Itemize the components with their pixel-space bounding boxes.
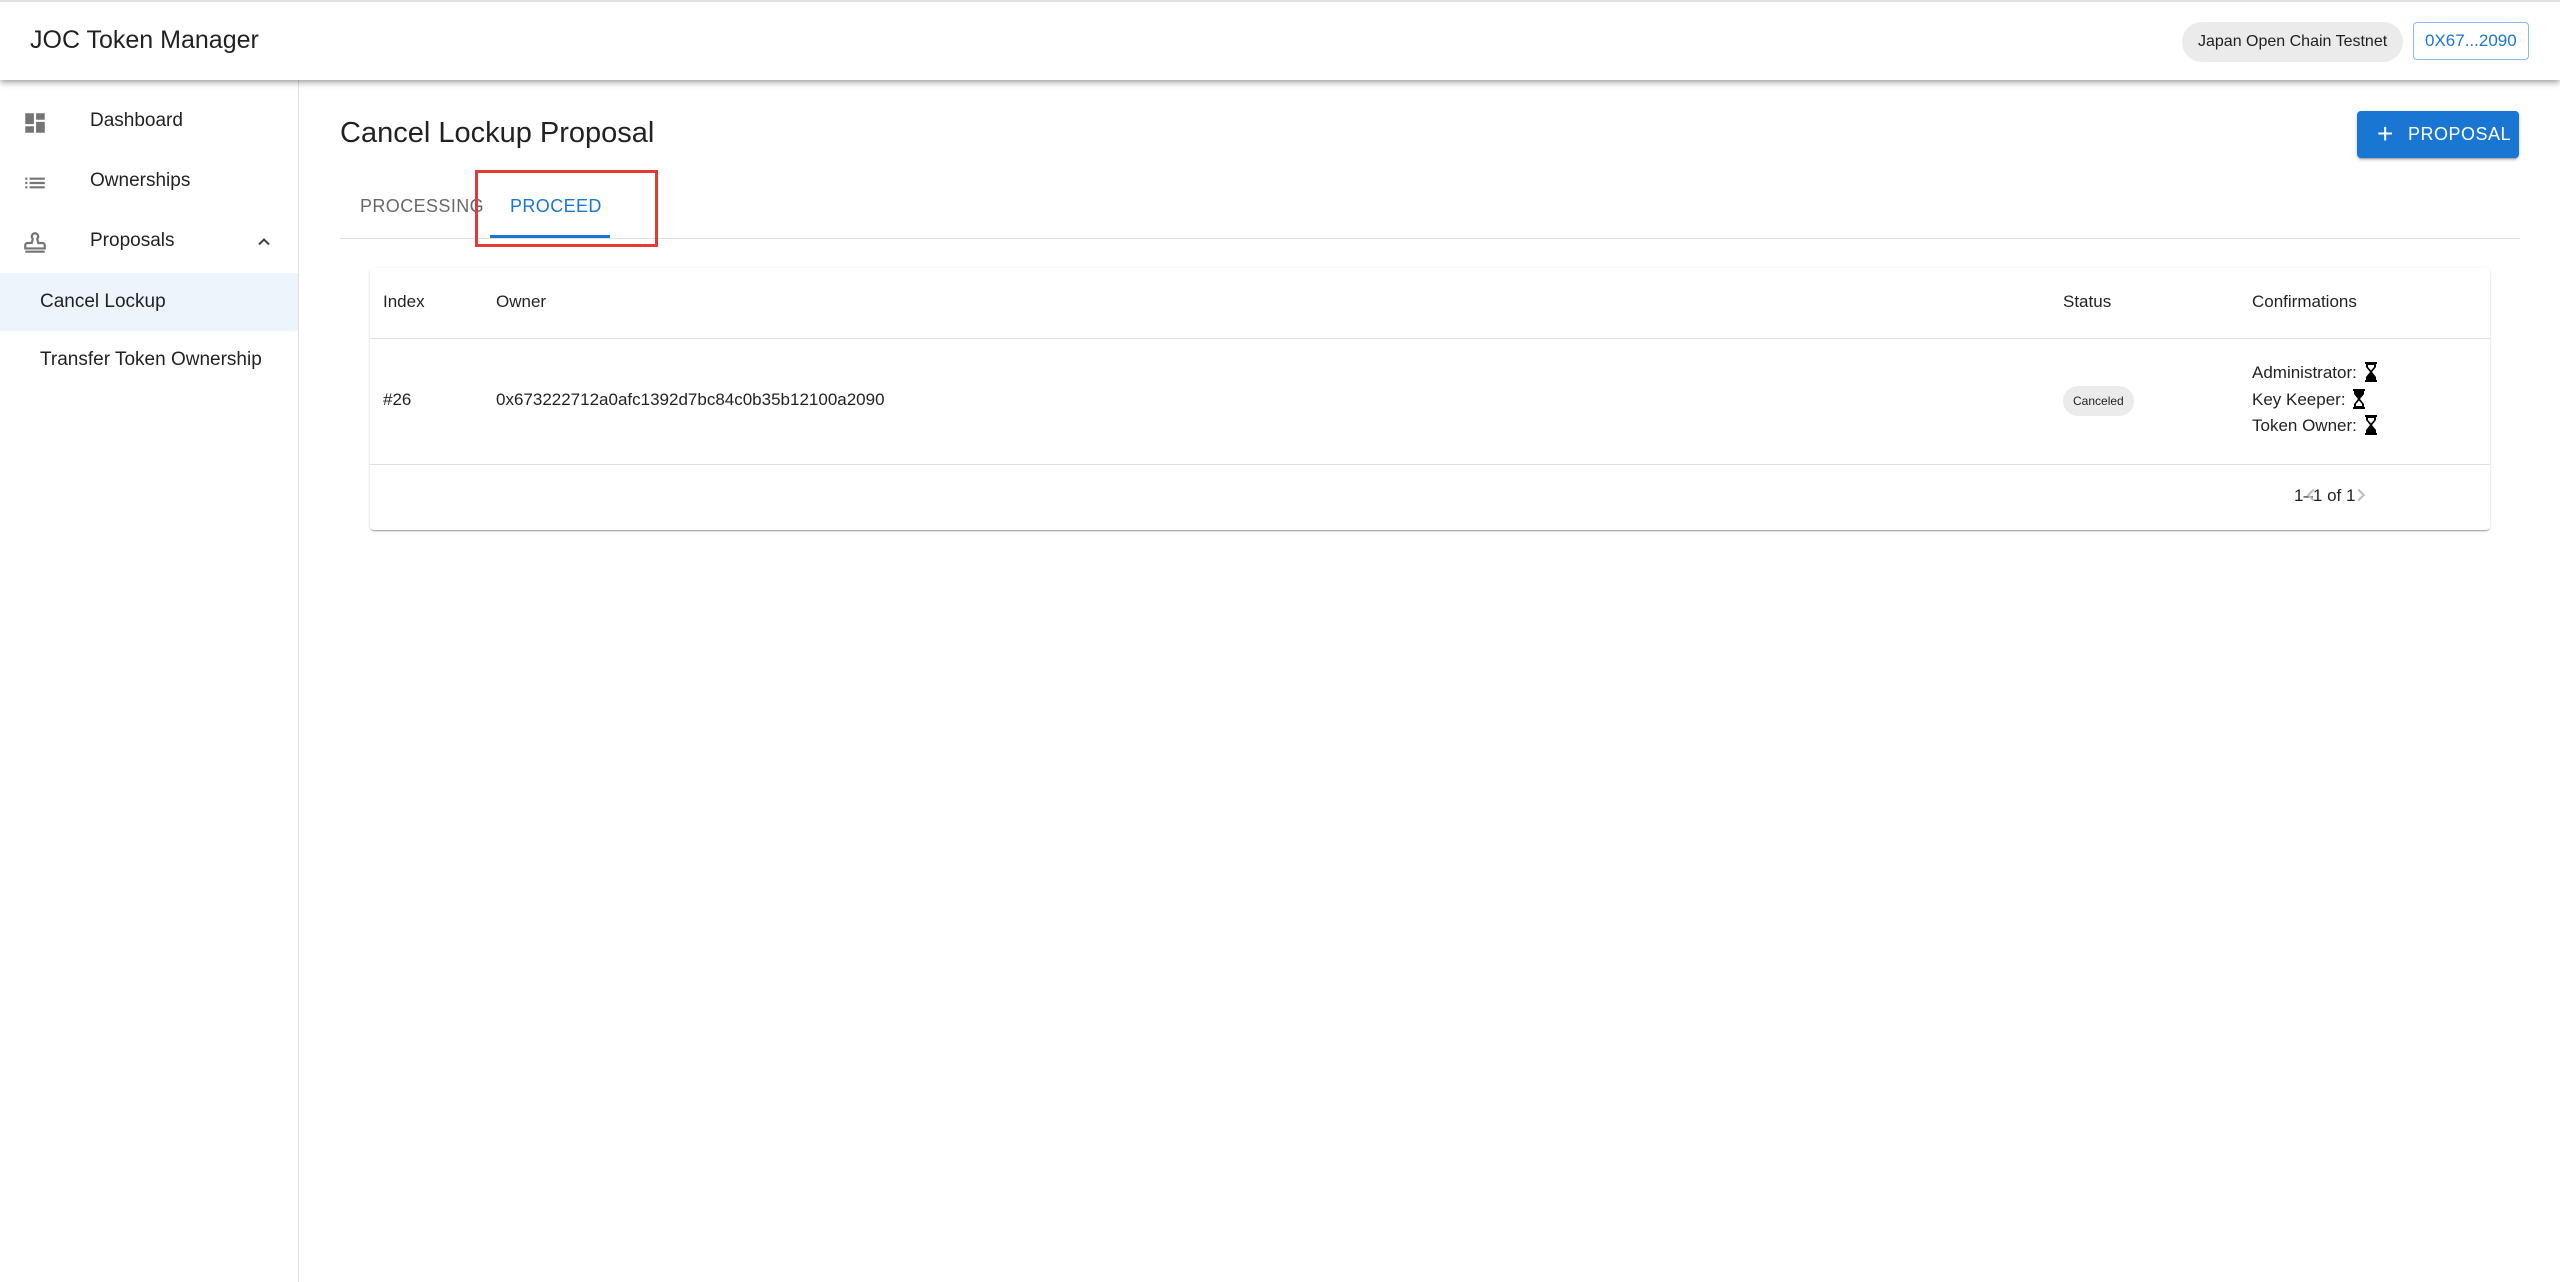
header-divider	[370, 338, 2490, 339]
network-chip[interactable]: Japan Open Chain Testnet	[2182, 22, 2404, 62]
sidebar-item-label: Transfer Token Ownership	[40, 349, 262, 370]
row-owner: 0x673222712a0afc1392d7bc84c0b35b12100a20…	[496, 390, 885, 409]
stamp-icon	[24, 232, 46, 253]
column-header-owner: Owner	[496, 292, 547, 311]
sidebar-item-label: Dashboard	[90, 110, 183, 131]
confirmation-key-keeper: Key Keeper:	[2252, 389, 2366, 410]
app-title: JOC Token Manager	[30, 26, 259, 54]
hourglass-icon	[2353, 389, 2366, 409]
hourglass-icon	[2364, 362, 2377, 382]
chevron-right-icon[interactable]	[2350, 484, 2372, 506]
add-proposal-button[interactable]: + PROPOSAL	[2357, 111, 2519, 158]
tab-processing[interactable]: PROCESSING	[340, 172, 490, 238]
column-header-confirmations: Confirmations	[2252, 292, 2357, 311]
tab-bar: PROCESSING PROCEED	[340, 172, 2520, 239]
sidebar-item-ownerships[interactable]: Ownerships	[0, 152, 298, 212]
page-title: Cancel Lockup Proposal	[340, 117, 655, 149]
sidebar-item-label: Proposals	[90, 230, 175, 251]
column-header-index: Index	[383, 292, 425, 311]
sidebar-item-label: Ownerships	[90, 170, 191, 191]
confirmation-label: Key Keeper:	[2252, 390, 2346, 409]
chevron-up-icon[interactable]	[254, 232, 274, 252]
proposals-table: Index Owner Status Confirmations #26 0x6…	[370, 268, 2490, 530]
confirmation-token-owner: Token Owner:	[2252, 415, 2378, 436]
chevron-left-icon[interactable]	[2300, 484, 2322, 506]
app-bar: JOC Token Manager Japan Open Chain Testn…	[0, 0, 2560, 80]
hourglass-icon	[2364, 415, 2377, 435]
row-index: #26	[383, 390, 412, 409]
sidebar-item-transfer-token-ownership[interactable]: Transfer Token Ownership	[0, 331, 298, 389]
confirmation-label: Administrator:	[2252, 363, 2357, 382]
wallet-address-button[interactable]: 0X67...2090	[2413, 22, 2529, 60]
sidebar-item-cancel-lockup[interactable]: Cancel Lockup	[0, 273, 298, 331]
highlight-box	[475, 170, 658, 247]
list-icon	[25, 177, 45, 189]
confirmation-administrator: Administrator:	[2252, 362, 2378, 383]
confirmation-label: Token Owner:	[2252, 416, 2357, 435]
row-divider	[370, 464, 2490, 465]
status-badge: Canceled	[2063, 386, 2134, 416]
tab-label: PROCESSING	[360, 196, 485, 216]
sidebar-item-label: Cancel Lockup	[40, 291, 166, 312]
dashboard-icon	[25, 113, 45, 133]
sidebar-item-dashboard[interactable]: Dashboard	[0, 92, 298, 152]
add-proposal-label: PROPOSAL	[2408, 124, 2512, 144]
sidebar-item-proposals[interactable]: Proposals	[0, 212, 298, 272]
sidebar: Dashboard Ownerships Proposals Cancel Lo…	[0, 80, 299, 1282]
plus-icon: +	[2377, 118, 2394, 149]
column-header-status: Status	[2063, 292, 2112, 311]
